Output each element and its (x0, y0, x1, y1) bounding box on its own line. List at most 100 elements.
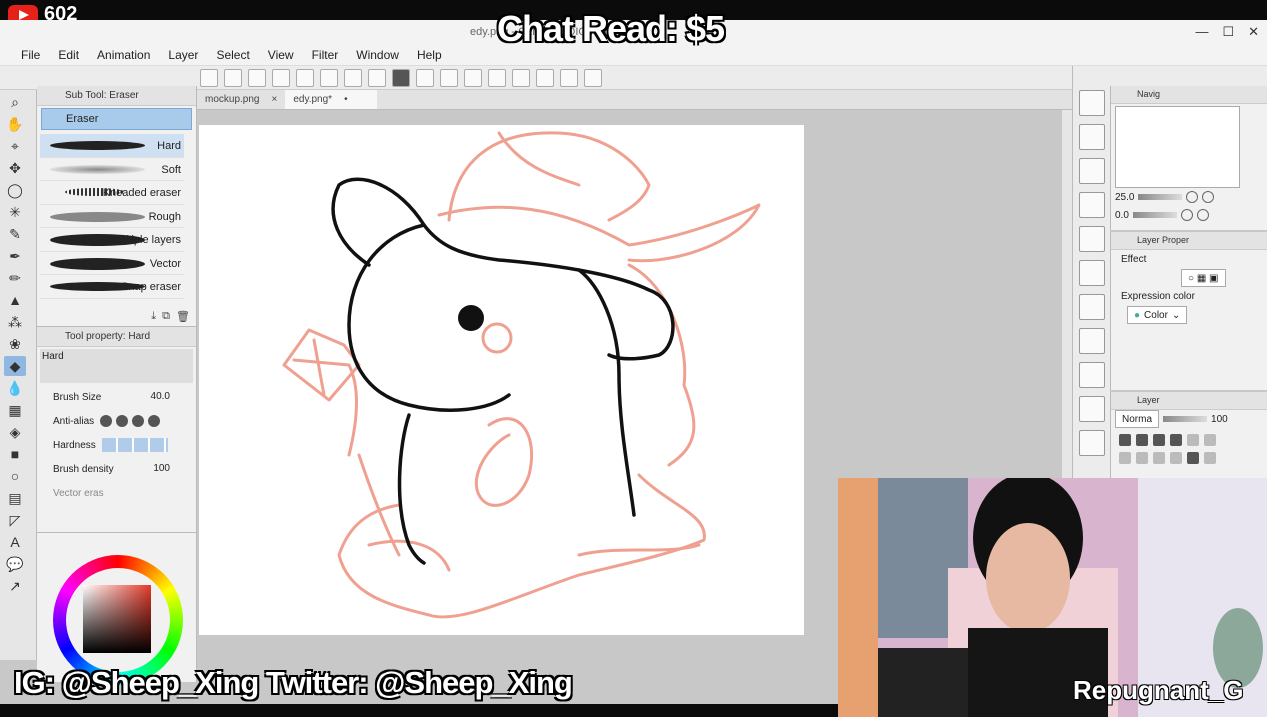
tab-edy[interactable]: edy.png* • (285, 90, 378, 109)
subtool-multiple-layers[interactable]: Multiple layers (40, 228, 184, 252)
trash-icon[interactable]: 🗑 (176, 310, 190, 323)
airbrush-icon[interactable]: ⁂ (4, 312, 26, 332)
fill-icon[interactable] (392, 69, 410, 87)
aa-strong[interactable] (148, 415, 161, 427)
menu-help[interactable]: Help (408, 48, 451, 62)
pencil-icon[interactable]: ✏ (4, 268, 26, 288)
material-icon[interactable] (1078, 158, 1105, 184)
ruler-snap-icon[interactable] (488, 69, 506, 87)
effect-buttons[interactable]: ○ ▦ ▣ (1181, 269, 1226, 287)
aa-medium[interactable] (132, 415, 145, 427)
expression-color-dropdown[interactable]: ● Color ⌄ (1127, 306, 1188, 324)
saturation-value-box[interactable] (83, 585, 151, 653)
search-material-icon[interactable] (1078, 90, 1105, 116)
fill-tool-icon[interactable]: ◈ (4, 422, 26, 442)
import-icon[interactable]: ⤓ (151, 310, 156, 323)
create-mask-icon[interactable] (1187, 452, 1199, 464)
transfer-icon[interactable] (1170, 452, 1182, 464)
subtool-snap[interactable]: Snap eraser (40, 275, 184, 299)
close-panel-icon[interactable] (1078, 192, 1105, 218)
pen-icon[interactable]: ✒ (4, 246, 26, 266)
reference-icon[interactable] (560, 69, 578, 87)
redo-icon[interactable] (320, 69, 338, 87)
undo-icon[interactable] (296, 69, 314, 87)
rotation-slider[interactable] (1132, 212, 1177, 218)
tab-modified-icon[interactable]: • (344, 94, 348, 105)
balloon-icon[interactable]: 💬 (4, 554, 26, 574)
subtool-vector[interactable]: Vector (40, 252, 184, 275)
magic-wand-icon[interactable]: ✳ (4, 202, 26, 222)
brush-density-row[interactable]: Brush density 100 (37, 457, 196, 481)
rotation-row[interactable]: 0.0 (1111, 206, 1267, 224)
close-icon[interactable]: ✕ (1248, 24, 1259, 40)
blend-mode-dropdown[interactable]: Norma (1115, 410, 1160, 428)
tab-close-icon[interactable]: × (271, 94, 277, 105)
zoom-out-icon[interactable] (1186, 191, 1199, 203)
hardness-slider[interactable] (101, 438, 168, 452)
correct-line-icon[interactable]: ↗ (4, 576, 26, 596)
subtool-kneaded[interactable]: Kneaded eraser (40, 181, 184, 205)
delete-layer-icon[interactable] (1204, 452, 1216, 464)
subtool-hard[interactable]: Hard (40, 134, 184, 158)
pattern-icon[interactable] (1078, 226, 1105, 252)
anti-alias-row[interactable]: Anti-alias (37, 409, 196, 433)
gradient-icon[interactable]: ■ (4, 444, 26, 464)
clip-studio-icon[interactable] (200, 69, 218, 87)
brush-size-value[interactable]: 40.0 (151, 391, 170, 402)
zoom-row[interactable]: 25.0 (1111, 188, 1267, 206)
hand-tool-icon[interactable]: ✋ (4, 114, 26, 134)
download-icon[interactable] (1078, 430, 1105, 456)
layer-search-icon[interactable] (1078, 260, 1105, 286)
eraser-tool-icon[interactable]: ◆ (4, 356, 26, 376)
menu-view[interactable]: View (259, 48, 303, 62)
blend-row[interactable]: Norma 100 (1111, 410, 1267, 428)
aa-weak[interactable] (116, 415, 129, 427)
star-icon[interactable] (1078, 396, 1105, 422)
operation-tool-icon[interactable]: ⌖ (4, 136, 26, 156)
brush-density-value[interactable]: 100 (153, 463, 170, 474)
clip-icon[interactable] (1119, 434, 1131, 446)
new-raster-icon[interactable] (1119, 452, 1131, 464)
menu-edit[interactable]: Edit (49, 48, 88, 62)
brush-size-row[interactable]: Brush Size 40.0 (37, 385, 196, 409)
decoration-icon[interactable]: ❀ (4, 334, 26, 354)
tab-mockup[interactable]: mockup.png × (197, 90, 285, 109)
subtool-rough[interactable]: Rough (40, 205, 184, 228)
mask-icon[interactable] (1204, 434, 1216, 446)
zoom-tool-icon[interactable]: ⌕ (4, 92, 26, 112)
zoom-slider[interactable] (1138, 194, 1183, 200)
lock-icon[interactable] (1170, 434, 1182, 446)
open-file-icon[interactable] (248, 69, 266, 87)
transform-icon[interactable] (416, 69, 434, 87)
new-folder-icon[interactable] (1153, 452, 1165, 464)
new-file-icon[interactable] (224, 69, 242, 87)
gallery-icon[interactable] (1078, 328, 1105, 354)
opacity-slider[interactable] (1163, 416, 1208, 422)
draft-icon[interactable] (1153, 434, 1165, 446)
lock-transparent-icon[interactable] (1187, 434, 1199, 446)
invert-selection-icon[interactable] (464, 69, 482, 87)
clear-icon[interactable] (368, 69, 386, 87)
new-vector-icon[interactable] (1136, 452, 1148, 464)
brush-icon[interactable]: ▲ (4, 290, 26, 310)
text-tool-icon[interactable]: A (4, 532, 26, 552)
menu-select[interactable]: Select (207, 48, 258, 62)
reference-layer-icon[interactable] (1136, 434, 1148, 446)
zoom-value[interactable]: 25.0 (1115, 192, 1134, 203)
maximize-icon[interactable]: ☐ (1222, 24, 1234, 40)
shape-icon[interactable]: ○ (4, 466, 26, 486)
rotation-value[interactable]: 0.0 (1115, 210, 1129, 221)
edit-icon[interactable] (1078, 362, 1105, 388)
anti-alias-options[interactable] (100, 415, 161, 427)
menu-filter[interactable]: Filter (303, 48, 348, 62)
frame-icon[interactable]: ▤ (4, 488, 26, 508)
lasso-icon[interactable]: ◯ (4, 180, 26, 200)
preset-preview[interactable]: Hard (40, 349, 193, 383)
zoom-in-icon[interactable] (1202, 191, 1215, 203)
minimize-icon[interactable]: — (1195, 24, 1208, 40)
loading-icon[interactable] (344, 69, 362, 87)
ruler-icon[interactable]: ◸ (4, 510, 26, 530)
hardness-row[interactable]: Hardness (37, 433, 196, 457)
blend-icon[interactable]: 💧 (4, 378, 26, 398)
navigator-thumbnail[interactable] (1115, 106, 1240, 188)
